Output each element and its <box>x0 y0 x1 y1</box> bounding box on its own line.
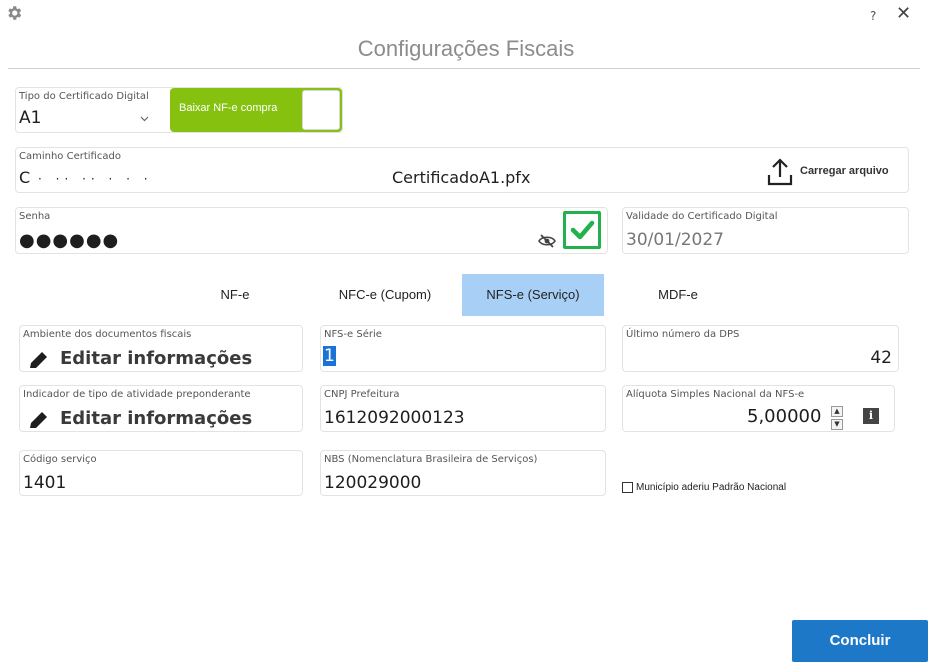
title-divider <box>8 68 920 69</box>
validade-value: 30/01/2027 <box>626 230 724 250</box>
ultimo-dps-value: 42 <box>870 348 892 368</box>
toggle-knob[interactable] <box>302 90 340 130</box>
nbs-label: NBS (Nomenclatura Brasileira de Serviços… <box>324 454 538 465</box>
cnpj-prefeitura-label: CNPJ Prefeitura <box>324 389 400 400</box>
chevron-down-icon[interactable] <box>140 116 149 122</box>
ambiente-edit-label: Editar informações <box>60 348 253 369</box>
eye-off-icon[interactable] <box>538 234 556 248</box>
info-icon[interactable]: i <box>863 408 879 424</box>
codigo-servico-field[interactable]: Código serviço 1401 <box>19 450 303 496</box>
tab-mdfe[interactable]: MDF-e <box>638 274 718 316</box>
ambiente-label: Ambiente dos documentos fiscais <box>23 329 192 340</box>
caminho-file-value: CertificadoA1.pfx <box>392 168 531 187</box>
senha-value: ●●●●●● <box>19 230 120 251</box>
municipio-checkbox[interactable] <box>622 482 633 493</box>
help-button[interactable]: ? <box>870 9 876 23</box>
codigo-servico-label: Código serviço <box>23 454 97 465</box>
gear-icon[interactable] <box>5 4 23 22</box>
tipo-certificado-value: A1 <box>19 108 42 128</box>
pencil-icon <box>30 352 47 368</box>
aliquota-spinner[interactable]: ▲ ▼ <box>831 406 843 430</box>
concluir-button[interactable]: Concluir <box>792 620 928 662</box>
senha-label: Senha <box>19 211 51 222</box>
caminho-prefix: C <box>19 168 31 187</box>
municipio-checkbox-label: Município aderiu Padrão Nacional <box>636 482 787 493</box>
aliquota-field[interactable]: Alíquota Simples Nacional da NFS-e 5,000… <box>622 385 895 432</box>
validade-field: Validade do Certificado Digital 30/01/20… <box>622 207 909 254</box>
codigo-servico-value: 1401 <box>23 473 67 493</box>
tipo-certificado-label: Tipo do Certificado Digital <box>19 91 149 102</box>
ambiente-field[interactable]: Ambiente dos documentos fiscais Editar i… <box>19 325 303 372</box>
cnpj-prefeitura-field[interactable]: CNPJ Prefeitura 1612092000123 <box>320 385 606 432</box>
senha-field[interactable]: Senha ●●●●●● <box>15 207 608 254</box>
validade-label: Validade do Certificado Digital <box>626 211 778 222</box>
aliquota-label: Alíquota Simples Nacional da NFS-e <box>626 389 805 400</box>
aliquota-value: 5,00000 <box>747 406 822 427</box>
indicador-edit-label: Editar informações <box>60 408 253 429</box>
cnpj-prefeitura-value: 1612092000123 <box>324 408 465 428</box>
ultimo-dps-label: Último número da DPS <box>626 329 740 340</box>
carregar-arquivo-label: Carregar arquivo <box>800 165 889 177</box>
nfse-serie-value[interactable]: 1 <box>323 346 336 366</box>
certificado-valid-check <box>563 211 601 249</box>
tab-nfse[interactable]: NFS-e (Serviço) <box>462 274 604 316</box>
spin-up-button[interactable]: ▲ <box>831 406 843 417</box>
nbs-field[interactable]: NBS (Nomenclatura Brasileira de Serviços… <box>320 450 606 496</box>
tab-nfe[interactable]: NF-e <box>195 274 275 316</box>
caminho-certificado-label: Caminho Certificado <box>19 151 121 162</box>
indicador-field[interactable]: Indicador de tipo de atividade preponder… <box>19 385 303 432</box>
nfse-serie-label: NFS-e Série <box>324 329 382 340</box>
nbs-value: 120029000 <box>324 473 422 493</box>
page-title: Configurações Fiscais <box>357 36 575 61</box>
indicador-label: Indicador de tipo de atividade preponder… <box>23 389 251 400</box>
baixar-nfe-label: Baixar NF-e compra <box>179 102 278 114</box>
nfse-serie-field[interactable]: NFS-e Série 1 <box>320 325 606 372</box>
tab-nfce[interactable]: NFC-e (Cupom) <box>320 274 450 316</box>
spin-down-button[interactable]: ▼ <box>831 419 843 430</box>
pencil-icon <box>30 412 47 428</box>
baixar-nfe-toggle[interactable]: Baixar NF-e compra <box>170 88 342 132</box>
close-button[interactable]: ✕ <box>896 3 911 24</box>
check-icon <box>570 220 595 240</box>
ultimo-dps-field[interactable]: Último número da DPS 42 <box>622 325 899 372</box>
caminho-obscured: · ·· ·· · · · <box>38 172 153 186</box>
upload-icon <box>767 158 793 186</box>
